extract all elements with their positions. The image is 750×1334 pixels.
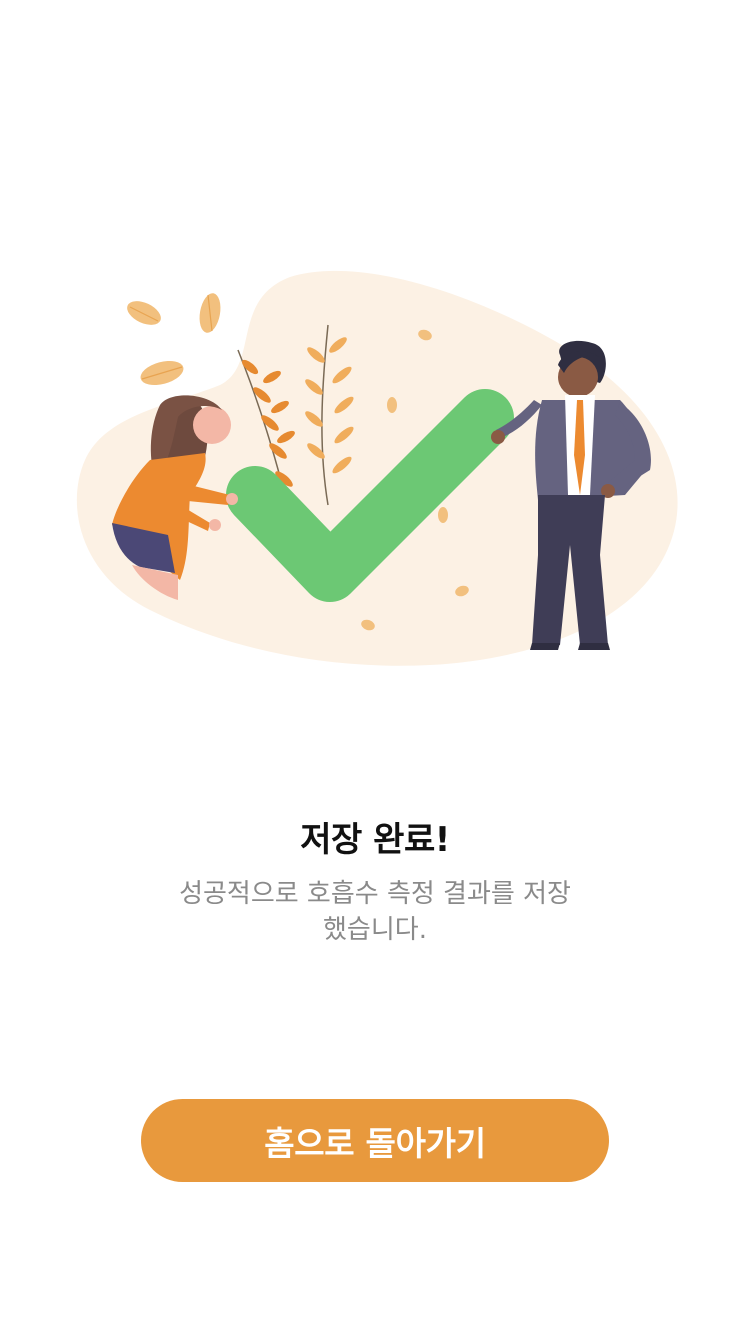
save-complete-screen: 저장 완료! 성공적으로 호흡수 측정 결과를 저장 했습니다. 홈으로 돌아가… xyxy=(0,0,750,1334)
success-illustration xyxy=(60,255,690,675)
result-title: 저장 완료! xyxy=(300,820,450,860)
success-illustration-svg xyxy=(76,270,678,666)
result-message: 성공적으로 호흡수 측정 결과를 저장 했습니다. xyxy=(179,879,571,945)
go-home-button[interactable]: 홈으로 돌아가기 xyxy=(141,1099,609,1182)
